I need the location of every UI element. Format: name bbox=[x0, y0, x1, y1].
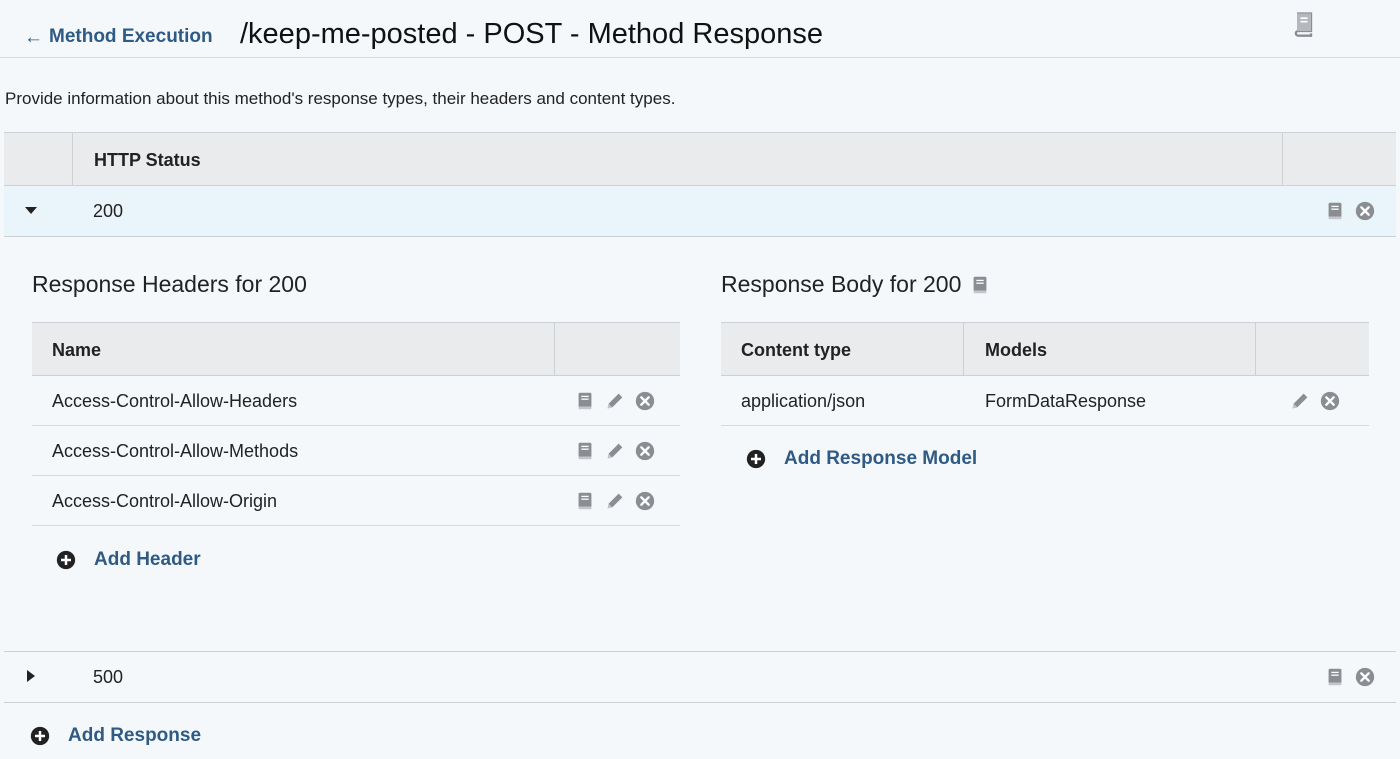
body-table-header: Content type Models bbox=[721, 322, 1369, 376]
add-response-button[interactable]: Add Response bbox=[30, 725, 201, 747]
close-circle-icon[interactable] bbox=[634, 490, 656, 512]
book-icon[interactable] bbox=[1324, 666, 1346, 688]
body-row: application/json FormDataResponse bbox=[721, 376, 1369, 426]
book-icon[interactable] bbox=[1324, 200, 1346, 222]
model-value: FormDataResponse bbox=[985, 391, 1147, 411]
body-row-actions bbox=[1289, 390, 1341, 412]
headers-table-header: Name bbox=[32, 322, 680, 376]
header-row: Access-Control-Allow-Methods bbox=[32, 426, 680, 476]
close-circle-icon[interactable] bbox=[634, 390, 656, 412]
name-column-header: Name bbox=[52, 340, 102, 360]
plus-circle-icon bbox=[56, 550, 76, 570]
response-headers-table: Name Access-Control-Allow-Headers Access… bbox=[32, 322, 680, 526]
header-row-actions bbox=[574, 440, 656, 462]
book-icon[interactable] bbox=[574, 490, 596, 512]
plus-circle-icon bbox=[30, 726, 50, 746]
add-header-label: Add Header bbox=[94, 549, 201, 570]
pencil-icon[interactable] bbox=[1289, 390, 1311, 412]
close-circle-icon[interactable] bbox=[1354, 200, 1376, 222]
book-icon[interactable] bbox=[574, 440, 596, 462]
row-actions bbox=[1324, 666, 1376, 688]
plus-circle-icon bbox=[746, 449, 766, 469]
http-status-table: HTTP Status 200 Response Headers for 200… bbox=[4, 132, 1396, 703]
caret-right-icon[interactable] bbox=[24, 669, 38, 688]
page-title: /keep-me-posted - POST - Method Response bbox=[240, 18, 823, 50]
book-icon[interactable] bbox=[969, 274, 991, 296]
arrow-left-icon: ← bbox=[24, 26, 43, 48]
add-response-model-label: Add Response Model bbox=[784, 448, 978, 469]
response-headers-title: Response Headers for 200 bbox=[32, 271, 307, 297]
column-divider bbox=[554, 323, 555, 375]
close-circle-icon[interactable] bbox=[1319, 390, 1341, 412]
book-icon[interactable] bbox=[574, 390, 596, 412]
header-row: Access-Control-Allow-Origin bbox=[32, 476, 680, 526]
book-icon[interactable] bbox=[1290, 10, 1318, 38]
response-body-table: Content type Models application/json For… bbox=[721, 322, 1369, 426]
method-execution-back-link[interactable]: ← Method Execution bbox=[24, 26, 213, 48]
method-response-page: ← Method Execution /keep-me-posted - POS… bbox=[0, 0, 1400, 759]
status-table-header: HTTP Status bbox=[4, 132, 1396, 186]
status-200-detail: Response Headers for 200 Name Access-Con… bbox=[4, 237, 1396, 652]
header-row-actions bbox=[574, 490, 656, 512]
header-row-actions bbox=[574, 390, 656, 412]
back-link-label: Method Execution bbox=[49, 26, 213, 47]
status-row-500[interactable]: 500 bbox=[4, 652, 1396, 703]
caret-down-icon[interactable] bbox=[24, 203, 38, 222]
header-name: Access-Control-Allow-Origin bbox=[52, 491, 278, 511]
page-description: Provide information about this method's … bbox=[5, 89, 676, 108]
pencil-icon[interactable] bbox=[604, 490, 626, 512]
header-name: Access-Control-Allow-Headers bbox=[52, 391, 298, 411]
header-row: Access-Control-Allow-Headers bbox=[32, 376, 680, 426]
content-type-column-header: Content type bbox=[741, 340, 851, 360]
status-code: 500 bbox=[93, 667, 124, 687]
close-circle-icon[interactable] bbox=[634, 440, 656, 462]
response-body-title-text: Response Body for 200 bbox=[721, 271, 962, 297]
header-name: Access-Control-Allow-Methods bbox=[52, 441, 299, 461]
pencil-icon[interactable] bbox=[604, 390, 626, 412]
column-divider bbox=[963, 323, 964, 375]
column-divider bbox=[1255, 323, 1256, 375]
pencil-icon[interactable] bbox=[604, 440, 626, 462]
status-row-200[interactable]: 200 bbox=[4, 186, 1396, 237]
response-body-title: Response Body for 200 bbox=[721, 271, 991, 298]
models-column-header: Models bbox=[985, 340, 1048, 360]
close-circle-icon[interactable] bbox=[1354, 666, 1376, 688]
http-status-column-header: HTTP Status bbox=[94, 150, 201, 170]
content-type-value: application/json bbox=[741, 391, 866, 411]
row-actions bbox=[1324, 200, 1376, 222]
column-divider bbox=[72, 133, 73, 185]
add-response-model-button[interactable]: Add Response Model bbox=[746, 448, 977, 470]
status-code: 200 bbox=[93, 201, 124, 221]
column-divider bbox=[1282, 133, 1283, 185]
page-header: ← Method Execution /keep-me-posted - POS… bbox=[0, 0, 1400, 58]
add-response-label: Add Response bbox=[68, 725, 202, 746]
add-header-button[interactable]: Add Header bbox=[56, 549, 201, 571]
